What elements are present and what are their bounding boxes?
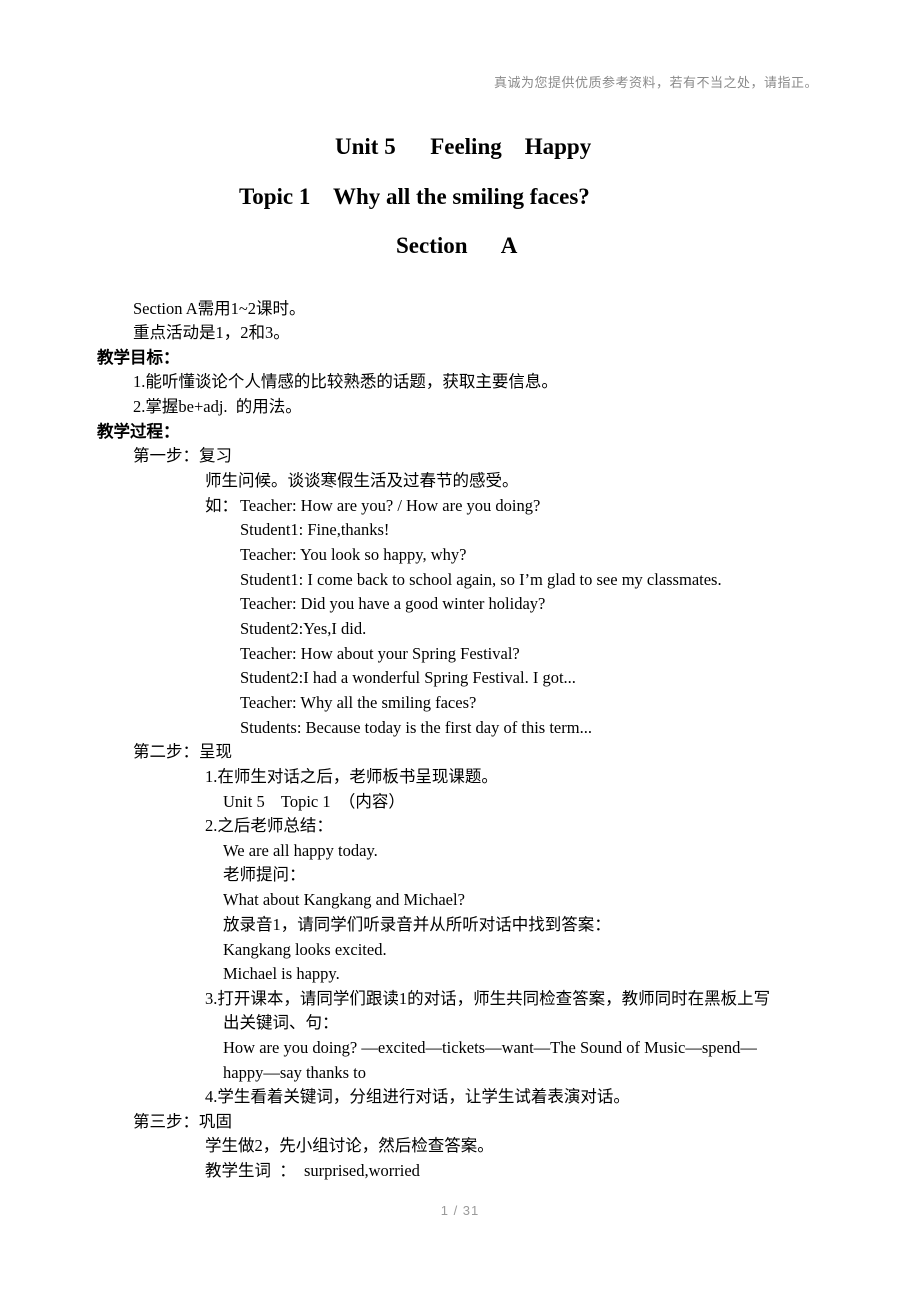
step2-line: We are all happy today. [223, 841, 378, 860]
objective-item: 2.掌握be+adj. 的用法。 [133, 397, 302, 416]
step2-line: Kangkang looks excited. [223, 940, 387, 959]
step1-label: 第一步：复习 [133, 446, 232, 465]
dialogue-line: Teacher: Did you have a good winter holi… [240, 594, 546, 613]
section-title: Section A [396, 233, 518, 258]
dialogue-line: Students: Because today is the first day… [240, 718, 592, 737]
step1-description: 师生问候。谈谈寒假生活及过春节的感受。 [205, 471, 519, 490]
dialogue-line: Student1: Fine,thanks! [240, 520, 390, 539]
example-prefix: 如： [205, 496, 238, 515]
dialogue-line: Student1: I come back to school again, s… [240, 570, 722, 589]
step2-line: 放录音1，请同学们听录音并从所听对话中找到答案： [223, 915, 611, 934]
process-heading: 教学过程： [97, 422, 180, 441]
dialogue-line: Teacher: How are you? / How are you doin… [240, 496, 541, 515]
step2-label: 第二步：呈现 [133, 742, 232, 761]
dialogue-line: Student2:Yes,I did. [240, 619, 367, 638]
step2-line: 3.打开课本，请同学们跟读1的对话，师生共同检查答案，教师同时在黑板上写 [205, 989, 771, 1008]
step2-line: What about Kangkang and Michael? [223, 890, 465, 909]
objectives-heading: 教学目标： [97, 348, 180, 367]
dialogue-line: Student2:I had a wonderful Spring Festiv… [240, 668, 576, 687]
step2-line: Michael is happy. [223, 964, 340, 983]
unit-title: Unit 5 Feeling Happy [335, 134, 592, 159]
step2-line: happy—say thanks to [223, 1063, 366, 1082]
step3-line: 学生做2，先小组讨论，然后检查答案。 [205, 1136, 494, 1155]
dialogue-line: Teacher: You look so happy, why? [240, 545, 467, 564]
step2-line: 老师提问： [223, 865, 306, 884]
step2-line: Unit 5 Topic 1 （内容） [223, 792, 405, 811]
page-indicator: 1 / 31 [440, 1203, 480, 1218]
topic-title: Topic 1 Why all the smiling faces? [239, 184, 590, 209]
step2-line: 4.学生看着关键词，分组进行对话，让学生试着表演对话。 [205, 1087, 630, 1106]
dialogue-line: Teacher: Why all the smiling faces? [240, 693, 477, 712]
step2-line: 出关键词、句： [223, 1013, 339, 1032]
step2-line: 1.在师生对话之后，老师板书呈现课题。 [205, 767, 498, 786]
dialogue-line: Teacher: How about your Spring Festival? [240, 644, 520, 663]
intro-line: 重点活动是1，2和3。 [133, 323, 290, 342]
step2-line: How are you doing? —excited—tickets—want… [223, 1038, 757, 1057]
header-disclaimer: 真诚为您提供优质参考资料，若有不当之处，请指正。 [493, 75, 818, 90]
intro-line: Section A需用1~2课时。 [133, 299, 306, 318]
step2-line: 2.之后老师总结： [205, 816, 333, 835]
objective-item: 1.能听懂谈论个人情感的比较熟悉的话题，获取主要信息。 [133, 372, 558, 391]
step3-label: 第三步：巩固 [133, 1112, 232, 1131]
step3-line: 教学生词 ： surprised,worried [205, 1161, 420, 1180]
